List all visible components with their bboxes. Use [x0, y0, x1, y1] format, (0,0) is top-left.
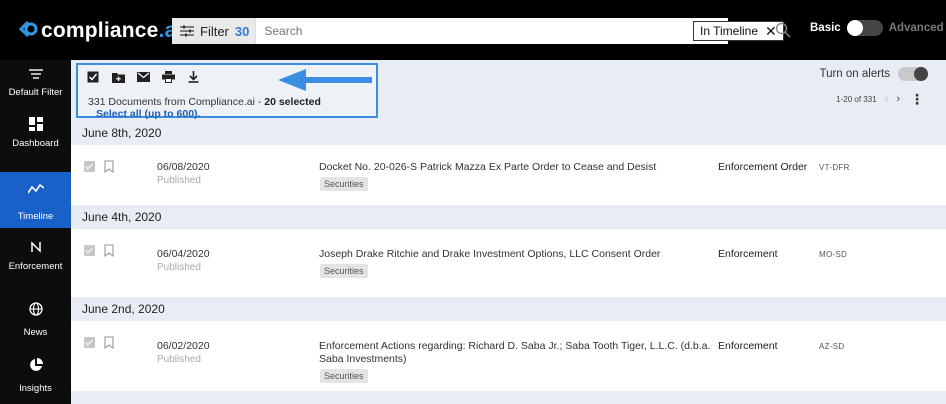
doc-jurisdiction[interactable]: MO-SD: [819, 250, 847, 259]
doc-date: 06/08/2020: [157, 161, 210, 173]
select-all-link[interactable]: Select all (up to 600).: [96, 108, 200, 120]
main-content: 331 Documents from Compliance.ai - 20 se…: [71, 60, 946, 404]
print-icon[interactable]: [161, 70, 175, 84]
alerts-toggle[interactable]: [898, 67, 928, 81]
logo-text: compliance: [41, 19, 159, 42]
document-row[interactable]: 06/08/2020 Published Docket No. 20-026-S…: [71, 145, 946, 205]
bookmark-icon[interactable]: [104, 160, 114, 173]
doc-jurisdiction[interactable]: VT-DFR: [819, 163, 850, 172]
filter-button[interactable]: Filter 30: [172, 18, 257, 44]
alerts-label: Turn on alerts: [819, 68, 890, 80]
search-bar: Filter 30: [172, 18, 728, 44]
more-options-icon[interactable]: ⋮: [910, 92, 924, 106]
toggle-knob: [846, 20, 863, 36]
row-checkbox[interactable]: [84, 245, 95, 256]
doc-type: Enforcement: [718, 340, 778, 352]
selection-count: 20 selected: [264, 96, 321, 108]
globe-icon: [28, 302, 43, 316]
prev-page-button[interactable]: ‹: [885, 93, 889, 105]
filter-sliders-icon: [180, 25, 194, 37]
dashboard-grid-icon: [28, 117, 43, 131]
pager-range: 1-20 of 331: [836, 94, 877, 104]
doc-date: 06/02/2020: [157, 340, 210, 352]
toggle-knob: [914, 67, 928, 81]
pie-chart-icon: [29, 358, 43, 371]
doc-title[interactable]: Enforcement Actions regarding: Richard D…: [319, 340, 719, 366]
email-icon[interactable]: [136, 70, 150, 84]
app-root: compliance.ai Filter 30 In Timeline ✕: [0, 0, 946, 404]
sidebar-item-label: Dashboard: [12, 138, 59, 149]
select-all-checkbox-icon[interactable]: [86, 70, 100, 84]
document-row[interactable]: 06/04/2020 Published Joseph Drake Ritchi…: [71, 229, 946, 293]
sidebar-item-dashboard[interactable]: Dashboard: [0, 117, 71, 163]
sidebar-item-label: Default Filter: [8, 87, 63, 98]
chip-label: In Timeline: [700, 24, 759, 38]
doc-status: Published: [157, 262, 201, 273]
add-to-folder-icon[interactable]: [111, 70, 125, 84]
mode-switch: Basic Advanced i: [810, 20, 946, 36]
date-group-header: June 4th, 2020: [71, 205, 946, 229]
doc-jurisdiction[interactable]: AZ-SD: [819, 342, 845, 351]
logo[interactable]: compliance .ai: [16, 18, 183, 44]
mode-toggle[interactable]: [846, 20, 883, 36]
topic-tag[interactable]: Securities: [320, 264, 368, 278]
sidebar-item-insights[interactable]: Insights: [0, 358, 71, 404]
doc-date: 06/04/2020: [157, 248, 210, 260]
sidebar-item-news[interactable]: News: [0, 302, 71, 348]
bulk-actions-panel: 331 Documents from Compliance.ai - 20 se…: [76, 63, 378, 120]
sidebar-item-timeline[interactable]: Timeline: [0, 172, 71, 228]
doc-status: Published: [157, 354, 201, 365]
sidebar-item-default-filter[interactable]: Default Filter: [0, 68, 71, 114]
sidebar: Default Filter Dashboard Timeline Enforc…: [0, 60, 71, 404]
logo-mark-icon: [16, 18, 40, 44]
sidebar-item-enforcement[interactable]: Enforcement: [0, 240, 71, 286]
row-checkbox[interactable]: [84, 161, 95, 172]
pagination: 1-20 of 331 ‹ › ⋮: [836, 92, 924, 106]
sidebar-item-label: Enforcement: [8, 261, 63, 272]
search-icon[interactable]: [775, 22, 791, 38]
enforcement-icon: [30, 241, 41, 253]
alerts-control: Turn on alerts: [819, 67, 928, 81]
date-group-header: June 2nd, 2020: [71, 297, 946, 321]
topic-tag[interactable]: Securities: [320, 177, 368, 191]
download-icon[interactable]: [186, 70, 200, 84]
bookmark-icon[interactable]: [104, 244, 114, 257]
top-bar: compliance.ai Filter 30 In Timeline ✕: [0, 0, 946, 60]
sidebar-item-label: Timeline: [17, 211, 54, 222]
search-input[interactable]: [256, 19, 557, 43]
doc-type: Enforcement Order: [718, 161, 808, 173]
filter-label: Filter: [200, 23, 229, 39]
selection-prefix: 331 Documents from Compliance.ai -: [88, 96, 265, 108]
next-group-header: [71, 391, 946, 404]
date-group-header: June 8th, 2020: [71, 121, 946, 145]
filter-lines-icon: [28, 69, 43, 79]
bulk-action-icons: [86, 70, 211, 84]
basic-label: Basic: [810, 22, 841, 34]
doc-type: Enforcement: [718, 248, 778, 260]
advanced-label: Advanced: [888, 22, 944, 34]
callout-arrow-icon: [278, 69, 372, 91]
doc-title[interactable]: Joseph Drake Ritchie and Drake Investmen…: [319, 248, 719, 261]
sidebar-item-label: Insights: [19, 383, 52, 394]
next-page-button[interactable]: ›: [896, 93, 900, 105]
selection-summary: 331 Documents from Compliance.ai - 20 se…: [88, 96, 321, 108]
results-toolbar: 331 Documents from Compliance.ai - 20 se…: [71, 60, 946, 121]
doc-title[interactable]: Docket No. 20-026-S Patrick Mazza Ex Par…: [319, 161, 719, 174]
sidebar-item-label: News: [23, 327, 48, 338]
document-row[interactable]: 06/02/2020 Published Enforcement Actions…: [71, 321, 946, 391]
doc-status: Published: [157, 175, 201, 186]
in-timeline-chip[interactable]: In Timeline ✕: [693, 21, 784, 41]
timeline-wave-icon: [26, 183, 44, 194]
row-checkbox[interactable]: [84, 337, 95, 348]
bookmark-icon[interactable]: [104, 336, 114, 349]
filter-count-badge: 30: [234, 23, 250, 39]
topic-tag[interactable]: Securities: [320, 369, 368, 383]
